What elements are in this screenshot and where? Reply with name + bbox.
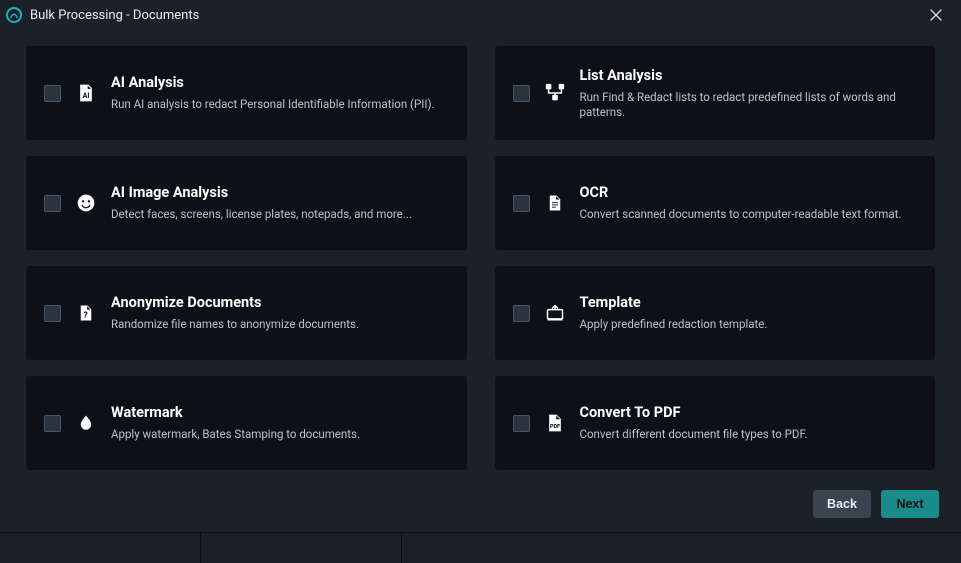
- option-list-analysis[interactable]: List Analysis Run Find & Redact lists to…: [495, 46, 936, 140]
- option-convert-pdf[interactable]: PDF Convert To PDF Convert different doc…: [495, 376, 936, 470]
- option-title: Template: [580, 294, 768, 311]
- checkbox-watermark[interactable]: [44, 415, 61, 432]
- window: Bulk Processing - Documents AI AI Analys…: [0, 0, 961, 563]
- checkbox-convert-pdf[interactable]: [513, 415, 530, 432]
- svg-text:AI: AI: [83, 91, 90, 100]
- option-title: Convert To PDF: [580, 404, 808, 421]
- template-icon: [544, 302, 566, 324]
- status-cell: [0, 533, 201, 563]
- option-ai-image-analysis[interactable]: AI Image Analysis Detect faces, screens,…: [26, 156, 467, 250]
- svg-text:?: ?: [84, 311, 88, 321]
- option-title: List Analysis: [580, 67, 918, 84]
- close-button[interactable]: [921, 4, 951, 26]
- document-icon: [544, 192, 566, 214]
- option-title: Anonymize Documents: [111, 294, 359, 311]
- back-button[interactable]: Back: [813, 490, 871, 518]
- option-desc: Convert different document file types to…: [580, 427, 808, 442]
- option-title: OCR: [580, 184, 902, 201]
- option-ai-analysis[interactable]: AI AI Analysis Run AI analysis to redact…: [26, 46, 467, 140]
- checkbox-template[interactable]: [513, 305, 530, 322]
- checkbox-anonymize-docs[interactable]: [44, 305, 61, 322]
- face-icon: [75, 192, 97, 214]
- option-ocr[interactable]: OCR Convert scanned documents to compute…: [495, 156, 936, 250]
- option-title: AI Image Analysis: [111, 184, 412, 201]
- checkbox-ai-analysis[interactable]: [44, 85, 61, 102]
- option-title: Watermark: [111, 404, 360, 421]
- option-anonymize-docs[interactable]: ? Anonymize Documents Randomize file nam…: [26, 266, 467, 360]
- option-title: AI Analysis: [111, 74, 435, 91]
- option-desc: Apply predefined redaction template.: [580, 317, 768, 332]
- drop-icon: [75, 412, 97, 434]
- list-network-icon: [544, 82, 566, 104]
- option-desc: Randomize file names to anonymize docume…: [111, 317, 359, 332]
- footer: Back Next: [0, 476, 961, 532]
- option-watermark[interactable]: Watermark Apply watermark, Bates Stampin…: [26, 376, 467, 470]
- app-icon: [6, 7, 22, 23]
- options-grid: AI AI Analysis Run AI analysis to redact…: [0, 28, 961, 476]
- window-title: Bulk Processing - Documents: [30, 8, 199, 23]
- titlebar: Bulk Processing - Documents: [0, 0, 961, 28]
- question-doc-icon: ?: [75, 302, 97, 324]
- checkbox-ai-image-analysis[interactable]: [44, 195, 61, 212]
- option-template[interactable]: Template Apply predefined redaction temp…: [495, 266, 936, 360]
- option-desc: Detect faces, screens, license plates, n…: [111, 207, 412, 222]
- next-button[interactable]: Next: [881, 490, 939, 518]
- option-desc: Convert scanned documents to computer-re…: [580, 207, 902, 222]
- svg-text:PDF: PDF: [550, 424, 560, 430]
- option-desc: Run Find & Redact lists to redact predef…: [580, 90, 918, 120]
- pdf-doc-icon: PDF: [544, 412, 566, 434]
- option-desc: Apply watermark, Bates Stamping to docum…: [111, 427, 360, 442]
- option-desc: Run AI analysis to redact Personal Ident…: [111, 97, 435, 112]
- ai-doc-icon: AI: [75, 82, 97, 104]
- status-bar: [0, 532, 961, 563]
- checkbox-ocr[interactable]: [513, 195, 530, 212]
- status-cell: [201, 533, 402, 563]
- checkbox-list-analysis[interactable]: [513, 85, 530, 102]
